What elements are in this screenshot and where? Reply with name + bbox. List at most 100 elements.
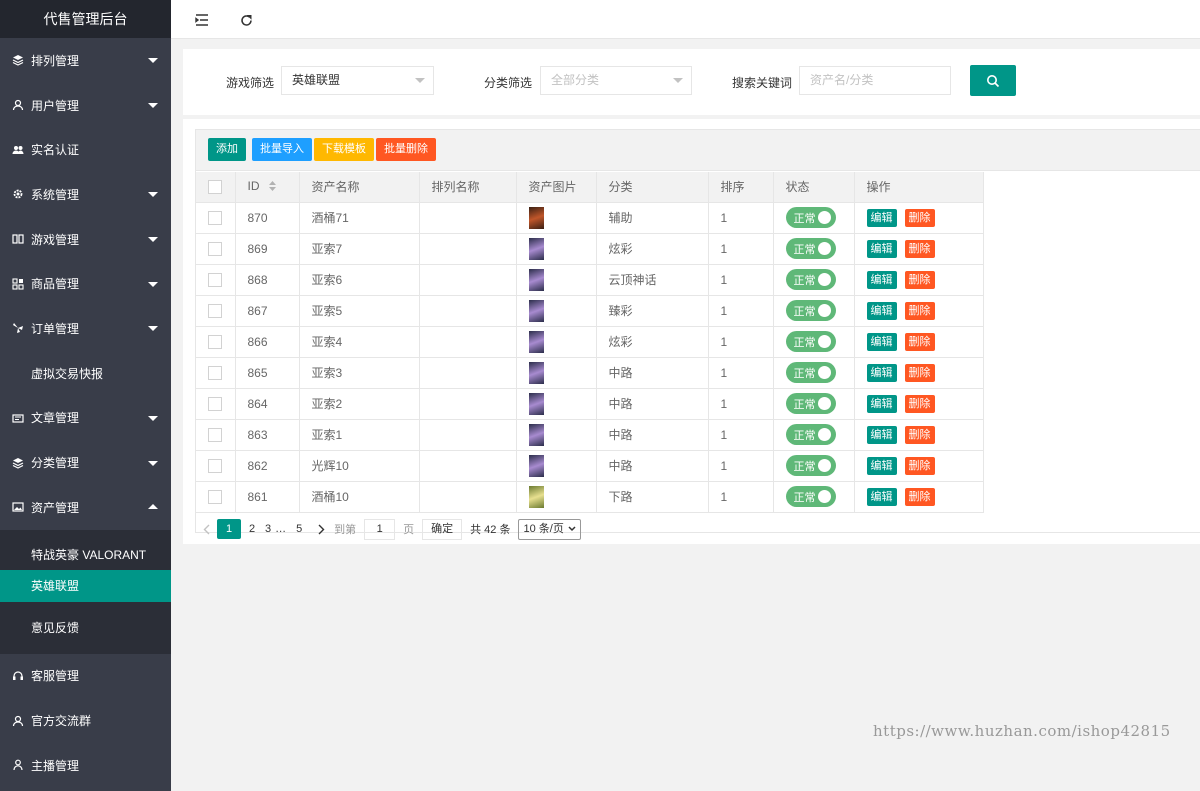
batch-delete-button[interactable]: 批量删除 <box>376 138 436 161</box>
row-checkbox[interactable] <box>208 365 222 380</box>
status-toggle[interactable]: 正常 <box>785 393 836 414</box>
prev-page-icon[interactable] <box>195 519 217 539</box>
table-row: 866 亚索4 炫彩 1 正常 编辑 删除 <box>196 326 984 358</box>
sidebar-item-5[interactable]: 商品管理 <box>0 261 171 306</box>
row-checkbox[interactable] <box>208 241 222 256</box>
sidebar-item-7[interactable]: 虚拟交易快报 <box>0 351 171 396</box>
delete-button[interactable]: 删除 <box>904 239 935 258</box>
status-toggle[interactable]: 正常 <box>785 455 836 476</box>
asset-thumbnail[interactable] <box>528 361 544 384</box>
delete-button[interactable]: 删除 <box>904 301 935 320</box>
delete-button[interactable]: 删除 <box>904 456 935 475</box>
col-name: 资产名称 <box>299 172 420 203</box>
sidebar-item-2[interactable]: 实名认证 <box>0 127 171 172</box>
cell-image <box>516 388 597 420</box>
row-checkbox[interactable] <box>208 210 222 225</box>
edit-button[interactable]: 编辑 <box>866 487 897 506</box>
asset-thumbnail[interactable] <box>528 299 544 322</box>
edit-button[interactable]: 编辑 <box>866 332 897 351</box>
page-size-select[interactable]: 10 条/页 <box>518 518 581 540</box>
table-row: 862 光辉10 中路 1 正常 编辑 删除 <box>196 450 984 482</box>
delete-button[interactable]: 删除 <box>904 425 935 444</box>
delete-button[interactable]: 删除 <box>904 487 935 506</box>
col-status: 状态 <box>773 172 855 203</box>
sort-icon[interactable] <box>268 180 276 194</box>
keyword-input[interactable]: 资产名/分类 <box>799 66 951 95</box>
status-toggle[interactable]: 正常 <box>785 331 836 352</box>
add-button[interactable]: 添加 <box>208 138 246 161</box>
delete-button[interactable]: 删除 <box>904 208 935 227</box>
search-button[interactable] <box>970 65 1016 96</box>
next-page-icon[interactable] <box>310 519 332 539</box>
sidebar-item-0[interactable]: 排列管理 <box>0 38 171 83</box>
sidebar-item-1[interactable]: 用户管理 <box>0 83 171 128</box>
menu-toggle-icon[interactable] <box>194 12 210 28</box>
goto-page-input[interactable]: 1 <box>364 518 396 540</box>
page-1[interactable]: 1 <box>217 519 241 539</box>
asset-thumbnail[interactable] <box>528 485 544 508</box>
refresh-icon[interactable] <box>238 12 254 28</box>
sidebar-bottom-item-1[interactable]: 官方交流群 <box>0 698 171 743</box>
status-toggle[interactable]: 正常 <box>785 486 836 507</box>
row-checkbox[interactable] <box>208 303 222 318</box>
batch-import-button[interactable]: 批量导入 <box>252 138 312 161</box>
status-toggle[interactable]: 正常 <box>785 300 836 321</box>
row-checkbox[interactable] <box>208 396 222 411</box>
edit-button[interactable]: 编辑 <box>866 208 897 227</box>
cell-sort: 1 <box>708 295 774 327</box>
status-toggle[interactable]: 正常 <box>785 238 836 259</box>
sidebar-item-10[interactable]: 资产管理 <box>0 485 171 530</box>
page-3[interactable]: 3 <box>263 519 273 539</box>
page-5[interactable]: 5 <box>288 519 310 539</box>
submenu-item-0[interactable]: 特战英豪 VALORANT <box>0 530 171 570</box>
row-checkbox[interactable] <box>208 272 222 287</box>
row-checkbox[interactable] <box>208 334 222 349</box>
cell-status: 正常 <box>773 326 855 358</box>
row-checkbox[interactable] <box>208 458 222 473</box>
game-filter-select[interactable]: 英雄联盟 <box>281 66 434 95</box>
asset-thumbnail[interactable] <box>528 454 544 477</box>
edit-button[interactable]: 编辑 <box>866 394 897 413</box>
download-template-button[interactable]: 下载模板 <box>314 138 374 161</box>
delete-button[interactable]: 删除 <box>904 270 935 289</box>
asset-thumbnail[interactable] <box>528 206 544 229</box>
col-id[interactable]: ID <box>235 172 300 203</box>
sidebar-item-9[interactable]: 分类管理 <box>0 440 171 485</box>
sidebar-item-6[interactable]: 订单管理 <box>0 306 171 351</box>
select-all-checkbox[interactable] <box>208 180 222 195</box>
row-checkbox[interactable] <box>208 489 222 504</box>
asset-thumbnail[interactable] <box>528 423 544 446</box>
category-filter-select[interactable]: 全部分类 <box>540 66 692 95</box>
delete-button[interactable]: 删除 <box>904 394 935 413</box>
status-toggle[interactable]: 正常 <box>785 424 836 445</box>
asset-thumbnail[interactable] <box>528 237 544 260</box>
status-toggle[interactable]: 正常 <box>785 207 836 228</box>
edit-button[interactable]: 编辑 <box>866 270 897 289</box>
edit-button[interactable]: 编辑 <box>866 363 897 382</box>
status-toggle[interactable]: 正常 <box>785 269 836 290</box>
gear-icon <box>11 187 25 201</box>
cell-image <box>516 202 597 234</box>
row-checkbox[interactable] <box>208 427 222 442</box>
edit-button[interactable]: 编辑 <box>866 456 897 475</box>
sidebar-item-3[interactable]: 系统管理 <box>0 172 171 217</box>
asset-thumbnail[interactable] <box>528 330 544 353</box>
submenu-item-2[interactable]: 意见反馈 <box>0 602 171 654</box>
cell-ops: 编辑 删除 <box>854 264 984 296</box>
edit-button[interactable]: 编辑 <box>866 301 897 320</box>
pagination: 1 2 3 … 5 到第 1 页 确定 共 42 条 10 条/页 <box>195 517 581 541</box>
sidebar-item-8[interactable]: 文章管理 <box>0 396 171 441</box>
page-2[interactable]: 2 <box>241 519 263 539</box>
edit-button[interactable]: 编辑 <box>866 425 897 444</box>
sidebar-item-4[interactable]: 游戏管理 <box>0 217 171 262</box>
asset-thumbnail[interactable] <box>528 268 544 291</box>
goto-confirm-button[interactable]: 确定 <box>422 518 463 540</box>
cell-category: 中路 <box>596 388 709 420</box>
sidebar-bottom-item-2[interactable]: 主播管理 <box>0 743 171 788</box>
edit-button[interactable]: 编辑 <box>866 239 897 258</box>
asset-thumbnail[interactable] <box>528 392 544 415</box>
sidebar-bottom-item-0[interactable]: 客服管理 <box>0 654 171 699</box>
delete-button[interactable]: 删除 <box>904 332 935 351</box>
status-toggle[interactable]: 正常 <box>785 362 836 383</box>
delete-button[interactable]: 删除 <box>904 363 935 382</box>
